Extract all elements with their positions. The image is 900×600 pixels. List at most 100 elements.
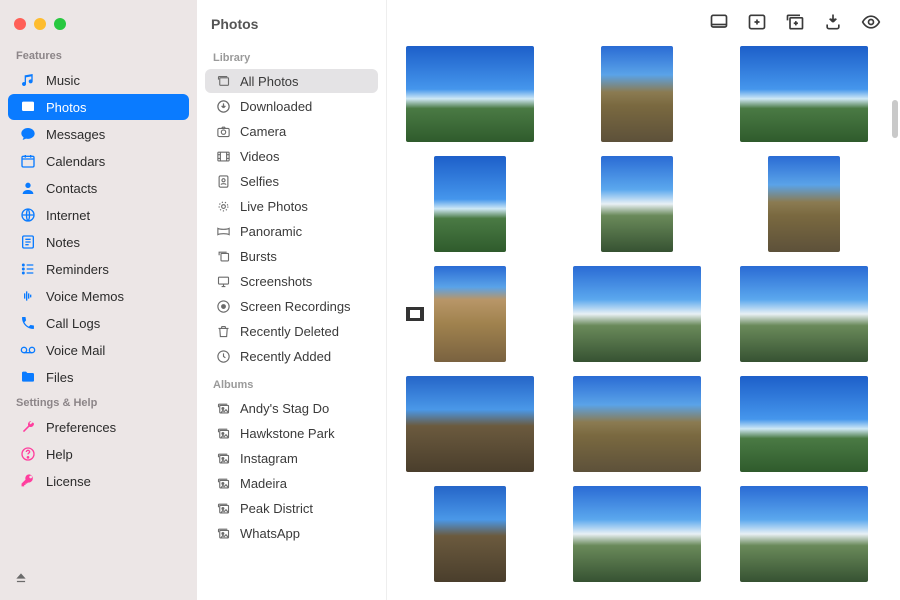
photo-thumbnail[interactable] — [740, 266, 868, 362]
album-icon — [215, 425, 231, 441]
toolbar — [387, 0, 900, 40]
library-list: All PhotosDownloadedCameraVideosSelfiesL… — [205, 69, 378, 368]
sidebar-item-label: Voice Mail — [46, 343, 105, 358]
sidebar-item-notes[interactable]: Notes — [8, 229, 189, 255]
photo-thumbnail[interactable] — [768, 156, 840, 252]
app-window: Features Music Photos Messages Calendars Con… — [0, 0, 900, 600]
photo-thumbnail[interactable] — [434, 266, 506, 362]
sidebar-item-calendars[interactable]: Calendars — [8, 148, 189, 174]
sidebar-item-messages[interactable]: Messages — [8, 121, 189, 147]
library-item-screen-recordings[interactable]: Screen Recordings — [205, 294, 378, 318]
photo-thumbnail[interactable] — [601, 156, 673, 252]
sidebar-item-label: Reminders — [46, 262, 109, 277]
album-item-label: Hawkstone Park — [240, 426, 335, 441]
trash-icon — [215, 323, 231, 339]
photo-thumbnail[interactable] — [573, 266, 701, 362]
library-item-recently-deleted[interactable]: Recently Deleted — [205, 319, 378, 343]
sidebar-item-preferences[interactable]: Preferences — [8, 414, 189, 440]
library-item-videos[interactable]: Videos — [205, 144, 378, 168]
clock-icon — [215, 348, 231, 364]
sidebar-item-internet[interactable]: Internet — [8, 202, 189, 228]
sidebar-item-label: Contacts — [46, 181, 97, 196]
album-item-label: Instagram — [240, 451, 298, 466]
sidebar-section-features: Music Photos Messages Calendars Contacts Inte… — [0, 66, 197, 391]
eject-icon[interactable] — [14, 571, 28, 585]
sidebar-item-label: Calendars — [46, 154, 105, 169]
sidebar-item-label: License — [46, 474, 91, 489]
photo-thumbnail[interactable] — [573, 486, 701, 582]
sidebar-item-label: Messages — [46, 127, 105, 142]
library-item-bursts[interactable]: Bursts — [205, 244, 378, 268]
sidebar-section-header: Settings & Help — [0, 391, 197, 413]
chat-icon — [20, 126, 36, 142]
sidebar-section-header: Features — [0, 44, 197, 66]
album-item-madeira[interactable]: Madeira — [205, 471, 378, 495]
library-item-all-photos[interactable]: All Photos — [205, 69, 378, 93]
album-item-peak-district[interactable]: Peak District — [205, 496, 378, 520]
photo-grid-scroll[interactable] — [387, 40, 900, 600]
burst-icon — [215, 248, 231, 264]
photo-thumbnail[interactable] — [434, 156, 506, 252]
library-section-header: Library — [205, 42, 378, 68]
sidebar-item-label: Help — [46, 447, 73, 462]
sidebar-item-help[interactable]: Help — [8, 441, 189, 467]
album-item-instagram[interactable]: Instagram — [205, 446, 378, 470]
library-panel: Photos Library All PhotosDownloadedCamer… — [197, 0, 387, 600]
album-item-whatsapp[interactable]: WhatsApp — [205, 521, 378, 545]
library-item-selfies[interactable]: Selfies — [205, 169, 378, 193]
album-item-hawkstone-park[interactable]: Hawkstone Park — [205, 421, 378, 445]
add-button[interactable] — [746, 12, 768, 32]
sidebar-item-call-logs[interactable]: Call Logs — [8, 310, 189, 336]
voicemail-icon — [20, 342, 36, 358]
close-window-button[interactable] — [14, 18, 26, 30]
library-item-downloaded[interactable]: Downloaded — [205, 94, 378, 118]
view-mode-button[interactable] — [708, 12, 730, 32]
sidebar-item-contacts[interactable]: Contacts — [8, 175, 189, 201]
photo-thumbnail[interactable] — [740, 486, 868, 582]
photo-thumbnail[interactable] — [434, 486, 506, 582]
library-item-live-photos[interactable]: Live Photos — [205, 194, 378, 218]
sidebar-item-voice-mail[interactable]: Voice Mail — [8, 337, 189, 363]
key-icon — [20, 473, 36, 489]
album-icon — [215, 400, 231, 416]
sidebar-item-music[interactable]: Music — [8, 67, 189, 93]
live-icon — [215, 198, 231, 214]
download-icon — [215, 98, 231, 114]
sidebar-item-files[interactable]: Files — [8, 364, 189, 390]
album-item-andy-s-stag-do[interactable]: Andy's Stag Do — [205, 396, 378, 420]
photo-thumbnail[interactable] — [406, 376, 534, 472]
library-item-panoramic[interactable]: Panoramic — [205, 219, 378, 243]
scrollbar-thumb[interactable] — [892, 100, 898, 138]
photo-thumbnail[interactable] — [573, 376, 701, 472]
eye-icon — [860, 12, 882, 32]
album-icon — [215, 525, 231, 541]
sidebar: Features Music Photos Messages Calendars Con… — [0, 0, 197, 600]
preview-button[interactable] — [860, 12, 882, 32]
album-item-label: WhatsApp — [240, 526, 300, 541]
plus-square-icon — [746, 12, 768, 32]
minimize-window-button[interactable] — [34, 18, 46, 30]
sidebar-item-license[interactable]: License — [8, 468, 189, 494]
photo-thumbnail[interactable] — [406, 46, 534, 142]
album-icon — [215, 500, 231, 516]
album-item-label: Andy's Stag Do — [240, 401, 329, 416]
globe-icon — [20, 207, 36, 223]
video-badge-icon — [406, 307, 424, 321]
sidebar-item-voice-memos[interactable]: Voice Memos — [8, 283, 189, 309]
folder-icon — [20, 369, 36, 385]
library-item-recently-added[interactable]: Recently Added — [205, 344, 378, 368]
library-item-screenshots[interactable]: Screenshots — [205, 269, 378, 293]
photo-thumbnail[interactable] — [601, 46, 673, 142]
sidebar-item-label: Music — [46, 73, 80, 88]
photo-thumbnail[interactable] — [740, 376, 868, 472]
add-to-album-button[interactable] — [784, 12, 806, 32]
library-item-camera[interactable]: Camera — [205, 119, 378, 143]
sidebar-item-photos[interactable]: Photos — [8, 94, 189, 120]
maximize-window-button[interactable] — [54, 18, 66, 30]
calendar-icon — [20, 153, 36, 169]
photo-thumbnail[interactable] — [740, 46, 868, 142]
sidebar-item-reminders[interactable]: Reminders — [8, 256, 189, 282]
rect-bottom-icon — [708, 12, 730, 32]
album-item-label: Madeira — [240, 476, 287, 491]
download-button[interactable] — [822, 12, 844, 32]
